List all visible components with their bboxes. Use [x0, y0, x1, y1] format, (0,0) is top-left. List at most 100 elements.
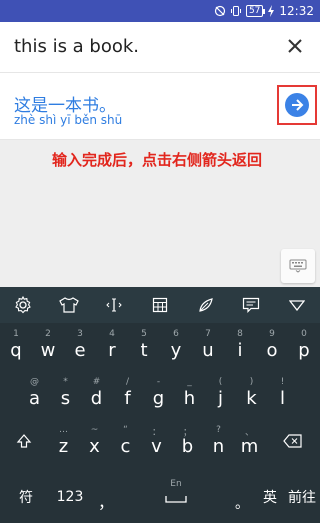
key-sub-label: 9 — [269, 329, 275, 339]
key[interactable]: 0p — [288, 325, 320, 365]
key[interactable]: 6y — [160, 325, 192, 365]
translate-input-area: this is a book. — [0, 22, 320, 72]
key[interactable]: 4r — [96, 325, 128, 365]
handwriting-button[interactable] — [183, 287, 229, 323]
key-label: 符 — [19, 490, 33, 506]
key-label: j — [217, 388, 223, 409]
status-time: 12:32 — [279, 4, 314, 18]
key[interactable]: … z — [48, 421, 79, 461]
tshirt-icon — [58, 297, 79, 313]
space-icon — [165, 496, 187, 503]
space-key[interactable]: En — [124, 477, 228, 517]
triangle-down-icon — [289, 300, 306, 311]
vibrate-icon — [230, 5, 242, 17]
highlight-box — [277, 85, 317, 125]
language-key[interactable]: 英 — [256, 477, 284, 517]
key-label: x — [89, 436, 100, 457]
key[interactable]: ? n — [203, 421, 234, 461]
keyboard-toggle-button[interactable] — [281, 249, 315, 283]
source-text-input[interactable]: this is a book. — [14, 36, 139, 57]
key[interactable]: 1q — [0, 325, 32, 365]
shift-key[interactable] — [0, 421, 48, 461]
key-label: ， — [97, 493, 114, 512]
key[interactable]: 8i — [224, 325, 256, 365]
key[interactable]: 5t — [128, 325, 160, 365]
key-sub-label: # — [92, 377, 101, 387]
key-sub-label: 4 — [109, 329, 115, 339]
key-label: f — [124, 388, 131, 409]
key-row-2: @ a * s # d / f -g _ h (j ) k ! l — [0, 373, 320, 413]
period-key[interactable]: 。 — [228, 477, 256, 517]
keyboard-toolbar — [0, 287, 320, 323]
annotation-text: 输入完成后，点击右侧箭头返回 — [52, 151, 263, 169]
key-sub-label: 7 — [205, 329, 211, 339]
key[interactable]: “c — [110, 421, 141, 461]
key-sub-label: @ — [30, 377, 39, 387]
clear-button[interactable] — [282, 33, 308, 59]
key[interactable]: / f — [112, 373, 143, 413]
next-key[interactable]: 前往 — [284, 477, 320, 517]
skin-button[interactable] — [46, 287, 92, 323]
key-sub-label: ： — [151, 428, 161, 438]
key-sub-label: En — [170, 479, 182, 489]
key-label: e — [74, 340, 86, 361]
key[interactable]: 2w — [32, 325, 64, 365]
key[interactable]: ： v — [141, 421, 172, 461]
translation-result: 这是一本书。 zhè shì yī běn shū — [0, 72, 320, 140]
key-sub-label: 6 — [173, 329, 179, 339]
key-label: 前往 — [288, 490, 316, 506]
key[interactable]: 3e — [64, 325, 96, 365]
key-sub-label: / — [125, 377, 130, 387]
key-label: 英 — [263, 490, 277, 506]
key[interactable]: ! l — [267, 373, 298, 413]
key-label: u — [202, 340, 214, 361]
key[interactable]: 7u — [192, 325, 224, 365]
key-label: c — [120, 436, 131, 457]
key-label: p — [298, 340, 310, 361]
key-sub-label: 、 — [244, 428, 254, 438]
key-sub-label: ( — [218, 377, 223, 387]
key-label: r — [108, 340, 116, 361]
clipboard-button[interactable] — [229, 287, 275, 323]
key[interactable]: (j — [205, 373, 236, 413]
backspace-icon — [282, 434, 302, 448]
key[interactable]: 9o — [256, 325, 288, 365]
settings-button[interactable] — [0, 287, 46, 323]
delete-key[interactable] — [265, 421, 320, 461]
key-sub-label: - — [156, 377, 161, 387]
key[interactable]: _ h — [174, 373, 205, 413]
key[interactable]: ； b — [172, 421, 203, 461]
key-row-1: 1q 2w 3e 4r 5t 6y 7u 8i 9o 0p — [0, 325, 320, 365]
key-sub-label: 0 — [301, 329, 307, 339]
calculator-button[interactable] — [137, 287, 183, 323]
key[interactable]: 、 m — [234, 421, 265, 461]
key[interactable]: ~ x — [79, 421, 110, 461]
key-label: y — [170, 340, 182, 361]
key-label: n — [212, 436, 225, 457]
numbers-key[interactable]: 123 — [52, 477, 88, 517]
key-sub-label: 3 — [77, 329, 83, 339]
key-label: z — [58, 436, 69, 457]
key[interactable]: -g — [143, 373, 174, 413]
key-label: 。 — [235, 496, 249, 512]
key-row-bottom: 符 123 ， En 。 英 前往 — [0, 477, 320, 517]
key-sub-label: ； — [182, 428, 192, 438]
comma-key[interactable]: ， — [88, 477, 124, 517]
hide-keyboard-button[interactable] — [274, 287, 320, 323]
cursor-move-icon — [106, 298, 123, 312]
key-row-3: … z ~ x “c ： v ； b ? n 、 m — [0, 421, 320, 461]
key-label: d — [90, 388, 103, 409]
charging-icon — [267, 5, 275, 17]
battery-icon: 57 — [245, 5, 266, 17]
symbols-key[interactable]: 符 — [0, 477, 52, 517]
key-sub-label: 8 — [237, 329, 243, 339]
cursor-button[interactable] — [91, 287, 137, 323]
leaf-pen-icon — [199, 298, 213, 312]
key[interactable]: @ a — [19, 373, 50, 413]
key[interactable]: # d — [81, 373, 112, 413]
key-label: o — [266, 340, 278, 361]
submit-arrow-button[interactable] — [285, 93, 309, 117]
key[interactable]: ) k — [236, 373, 267, 413]
key-label: g — [152, 388, 165, 409]
key[interactable]: * s — [50, 373, 81, 413]
